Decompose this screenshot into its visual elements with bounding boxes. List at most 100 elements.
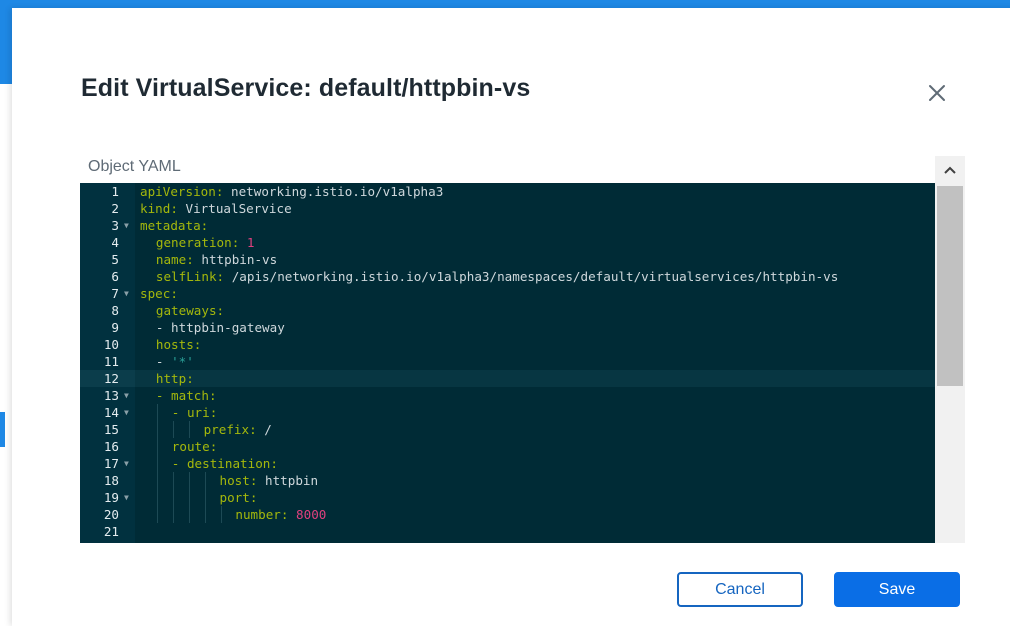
- code-line[interactable]: 5 name: httpbin-vs: [80, 251, 935, 268]
- code-text: kind: VirtualService: [140, 200, 292, 217]
- yaml-key: - uri:: [171, 405, 218, 420]
- indent-guide: [188, 472, 190, 489]
- close-button[interactable]: [924, 80, 950, 106]
- line-number: 1: [111, 184, 119, 199]
- yaml-editor[interactable]: 1 apiVersion: networking.istio.io/v1alpha…: [80, 183, 935, 543]
- chevron-up-icon: [944, 166, 956, 174]
- line-gutter-cell: 3 ▼: [80, 217, 135, 234]
- save-button[interactable]: Save: [834, 572, 960, 607]
- line-gutter-cell: 16: [80, 438, 135, 455]
- yaml-value: httpbin-vs: [193, 252, 278, 267]
- code-line[interactable]: 4 generation: 1: [80, 234, 935, 251]
- code-line[interactable]: 2 kind: VirtualService: [80, 200, 935, 217]
- code-line[interactable]: 1 apiVersion: networking.istio.io/v1alpha…: [80, 183, 935, 200]
- code-line[interactable]: 8 gateways:: [80, 302, 935, 319]
- code-area[interactable]: 1 apiVersion: networking.istio.io/v1alpha…: [80, 183, 935, 540]
- yaml-number: 1: [239, 235, 255, 250]
- code-text: - uri:: [172, 404, 218, 421]
- background-top-bar: [0, 0, 1010, 8]
- code-text: port:: [220, 489, 258, 506]
- fold-toggle-icon[interactable]: ▼: [124, 285, 129, 302]
- close-icon: [929, 85, 945, 101]
- code-line[interactable]: 21: [80, 523, 935, 540]
- code-line[interactable]: 18 host: httpbin: [80, 472, 935, 489]
- code-line[interactable]: 7 ▼ spec:: [80, 285, 935, 302]
- line-number: 8: [111, 303, 119, 318]
- code-line[interactable]: 10 hosts:: [80, 336, 935, 353]
- indent-guide: [156, 421, 158, 438]
- code-line[interactable]: 12 http:: [80, 370, 935, 387]
- cancel-button[interactable]: Cancel: [677, 572, 803, 607]
- scroll-thumb[interactable]: [937, 186, 963, 386]
- yaml-key: metadata:: [140, 218, 209, 233]
- yaml-key: number:: [235, 507, 289, 522]
- yaml-key: apiVersion:: [140, 184, 224, 199]
- line-number: 12: [103, 371, 119, 386]
- line-gutter-cell: 13 ▼: [80, 387, 135, 404]
- line-number: 3: [111, 218, 119, 233]
- line-number: 6: [111, 269, 119, 284]
- code-line[interactable]: 20 number: 8000: [80, 506, 935, 523]
- line-gutter-cell: 12: [80, 370, 135, 387]
- yaml-key: http:: [155, 371, 194, 386]
- line-gutter-cell: 14 ▼: [80, 404, 135, 421]
- code-text: selfLink: /apis/networking.istio.io/v1al…: [156, 268, 838, 285]
- line-gutter-cell: 1: [80, 183, 135, 200]
- code-line[interactable]: 9 - httpbin-gateway: [80, 319, 935, 336]
- yaml-key: generation:: [155, 235, 240, 250]
- line-gutter-cell: 7 ▼: [80, 285, 135, 302]
- fold-toggle-icon[interactable]: ▼: [124, 387, 129, 404]
- indent-guide: [172, 489, 174, 506]
- code-line[interactable]: 13 ▼ - match:: [80, 387, 935, 404]
- yaml-key: name:: [155, 252, 194, 267]
- code-line[interactable]: 16 route:: [80, 438, 935, 455]
- yaml-key: - match:: [155, 388, 217, 403]
- fold-toggle-icon[interactable]: ▼: [124, 217, 129, 234]
- code-line[interactable]: 11 - '*': [80, 353, 935, 370]
- code-text: - destination:: [172, 455, 278, 472]
- fold-toggle-icon[interactable]: ▼: [124, 404, 129, 421]
- line-number: 16: [103, 439, 119, 454]
- indent-guide: [156, 404, 158, 421]
- scroll-up-button[interactable]: [935, 156, 965, 184]
- indent-guide: [204, 506, 206, 523]
- indent-guide: [188, 489, 190, 506]
- code-text: http:: [156, 370, 194, 387]
- indent-guide: [188, 506, 190, 523]
- line-number: 18: [103, 473, 119, 488]
- fold-toggle-icon[interactable]: ▼: [124, 489, 129, 506]
- line-gutter-cell: 4: [80, 234, 135, 251]
- yaml-value: httpbin: [257, 473, 319, 488]
- line-number: 5: [111, 252, 119, 267]
- line-gutter-cell: 8: [80, 302, 135, 319]
- code-line[interactable]: 15 prefix: /: [80, 421, 935, 438]
- code-line[interactable]: 19 ▼ port:: [80, 489, 935, 506]
- fold-toggle-icon[interactable]: ▼: [124, 455, 129, 472]
- indent-guide: [172, 506, 174, 523]
- code-line[interactable]: 17 ▼ - destination:: [80, 455, 935, 472]
- code-text: gateways:: [156, 302, 224, 319]
- yaml-value: /: [256, 422, 272, 437]
- indent-guide: [156, 438, 158, 455]
- code-text: number: 8000: [235, 506, 326, 523]
- line-number: 2: [111, 201, 119, 216]
- yaml-key: prefix:: [203, 422, 257, 437]
- code-line[interactable]: 14 ▼ - uri:: [80, 404, 935, 421]
- editor-scrollbar[interactable]: [935, 156, 965, 543]
- line-number: 10: [103, 337, 119, 352]
- yaml-key: selfLink:: [155, 269, 225, 284]
- line-gutter-cell: 18: [80, 472, 135, 489]
- indent-guide: [204, 489, 206, 506]
- code-line[interactable]: 6 selfLink: /apis/networking.istio.io/v1a…: [80, 268, 935, 285]
- line-number: 11: [103, 354, 119, 369]
- edit-dialog: Edit VirtualService: default/httpbin-vs …: [12, 8, 1010, 626]
- yaml-list-dash: -: [155, 354, 172, 369]
- code-text: name: httpbin-vs: [156, 251, 277, 268]
- indent-guide: [204, 472, 206, 489]
- indent-guide: [156, 506, 158, 523]
- code-text: generation: 1: [156, 234, 255, 251]
- background-sidebar-marker: [0, 412, 5, 447]
- code-line[interactable]: 3 ▼ metadata:: [80, 217, 935, 234]
- line-number: 17: [103, 456, 119, 471]
- code-text: metadata:: [140, 217, 208, 234]
